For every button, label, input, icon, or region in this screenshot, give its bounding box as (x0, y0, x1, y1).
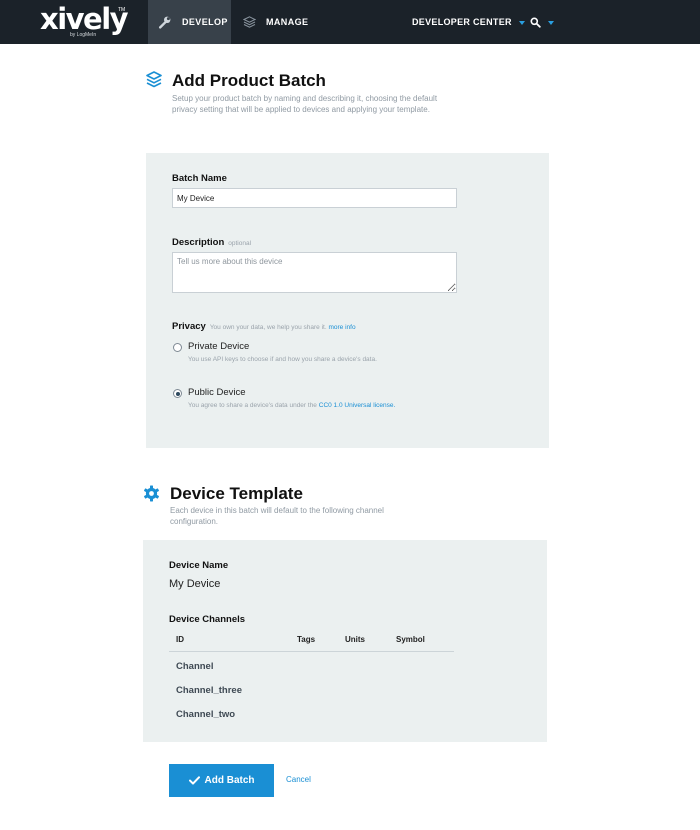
privacy-more-info-link[interactable]: more info (328, 324, 355, 331)
nav-tab-develop[interactable]: DEVELOP (148, 0, 231, 44)
device-template-panel: Device Name My Device Device Channels ID… (143, 540, 547, 742)
wrench-icon (159, 16, 171, 29)
privacy-label: Privacy You own your data, we help you sh… (172, 321, 356, 332)
description-label: Description optional (172, 237, 251, 248)
search-dropdown-chevron-icon (548, 20, 554, 25)
nav-tab-manage-label: MANAGE (266, 17, 309, 27)
table-row: Channel_three (176, 685, 242, 696)
device-template-description: Each device in this batch will default t… (170, 506, 384, 526)
public-device-label[interactable]: Public Device (188, 387, 246, 398)
top-nav-bar: xively TM by LogMeIn DEVELOP MANAGE DEVE… (0, 0, 700, 44)
search-menu[interactable] (530, 0, 554, 44)
device-name-label: Device Name (169, 560, 229, 571)
batch-name-input[interactable] (172, 188, 457, 208)
table-row: Channel_two (176, 709, 236, 720)
cc0-license-link[interactable]: CC0 1.0 Universal license. (319, 402, 396, 409)
add-batch-label: Add Batch (204, 775, 255, 786)
nav-tab-manage[interactable]: MANAGE (243, 0, 308, 44)
xively-logo[interactable]: xively TM by LogMeIn (40, 2, 129, 38)
batch-name-label: Batch Name (172, 173, 227, 184)
private-device-description: You use API keys to choose if and how yo… (188, 356, 377, 363)
chevron-down-icon (518, 20, 525, 25)
privacy-hint-text: You own your data, we help you share it. (209, 324, 327, 331)
column-header-id: ID (176, 635, 184, 644)
developer-center-menu[interactable]: DEVELOPER CENTER (412, 0, 525, 44)
private-device-radio[interactable] (173, 343, 182, 352)
device-channels-label: Device Channels (169, 614, 246, 625)
table-row: Channel (176, 661, 214, 672)
public-device-description-text: You agree to share a device's data under… (188, 402, 317, 409)
public-device-radio[interactable] (173, 389, 182, 398)
logo-text: xively (40, 2, 129, 36)
device-name-value: My Device (169, 578, 221, 590)
private-device-label[interactable]: Private Device (188, 341, 249, 352)
column-header-symbol: Symbol (396, 635, 425, 644)
developer-center-label: DEVELOPER CENTER (412, 17, 512, 27)
page-title: Add Product Batch (172, 71, 326, 90)
batch-form-panel: Batch Name Descriptionoptional PrivacyYo… (146, 153, 549, 448)
privacy-hint: You own your data, we help you share it.… (210, 324, 356, 331)
description-label-text: Description (172, 237, 225, 248)
nav-tab-develop-label: DEVELOP (182, 17, 228, 27)
logo-trademark: TM (118, 7, 126, 13)
table-header-divider (169, 651, 454, 652)
cancel-link[interactable]: Cancel (286, 775, 311, 784)
gear-icon (144, 485, 159, 502)
page-description: Setup your product batch by naming and d… (172, 94, 438, 114)
layers-icon (243, 16, 256, 28)
layers-icon (146, 71, 162, 88)
checkmark-icon (188, 776, 200, 785)
device-template-title: Device Template (170, 484, 303, 503)
column-header-tags: Tags (297, 635, 316, 644)
add-batch-button[interactable]: Add Batch (169, 764, 274, 797)
search-icon (530, 17, 541, 28)
public-device-description: You agree to share a device's data under… (188, 401, 398, 411)
description-optional-hint: optional (228, 240, 252, 247)
privacy-label-text: Privacy (172, 321, 206, 332)
description-textarea[interactable] (172, 252, 457, 293)
logo-byline: by LogMeIn (70, 32, 97, 38)
column-header-units: Units (345, 635, 365, 644)
